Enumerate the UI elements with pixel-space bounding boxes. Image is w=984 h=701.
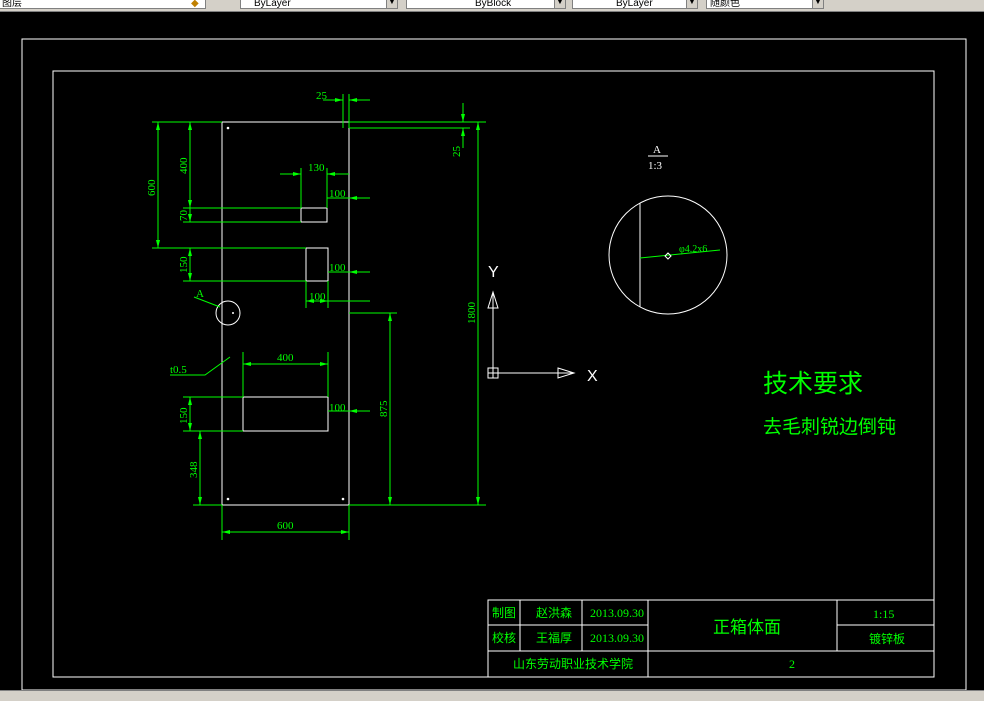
checked-date: 2013.09.30 [590,631,644,645]
checked-name: 王福厚 [536,630,572,645]
chevron-down-icon[interactable]: ▼ [386,0,397,8]
dim-400-top: 400 [178,157,190,174]
detail-hole-size: φ4.2x6 [679,244,707,255]
dim-100-b: 100 [329,262,346,274]
layer-dropdown[interactable]: 图层 ◆ [0,0,206,9]
status-bar [0,690,984,701]
sheet-number: 2 [789,657,795,671]
detail-scale: 1:3 [648,160,663,172]
notes-title: 技术要求 [763,370,863,398]
dim-25-top: 25 [316,90,328,102]
label-thickness: t0.5 [170,364,187,376]
ucs-icon [487,290,576,379]
material: 镀锌板 [869,632,905,646]
drawn-name: 赵洪森 [536,605,572,620]
dim-100-d: 100 [329,402,346,414]
notes-body: 去毛刺锐边倒钝 [763,416,896,438]
chevron-down-icon[interactable]: ▼ [554,0,565,8]
linetype-1-value: ByLayer [254,0,291,9]
dimension-texts: 25 25 130 100 100 100 100 400 600 70 150… [146,90,478,532]
detail-view-a: A 1:3 φ4.2x6 [608,144,728,315]
part-name: 正箱体面 [713,618,781,637]
dim-130: 130 [308,162,325,174]
chevron-down-icon[interactable]: ▼ [812,0,823,8]
dim-348: 348 [188,461,200,478]
chevron-down-icon[interactable]: ▼ [686,0,697,8]
school-name: 山东劳动职业技术学院 [513,656,633,671]
dim-100-c: 100 [309,291,326,303]
linetype-3-value: ByLayer [616,0,653,9]
dim-150-a: 150 [178,256,190,273]
dim-70: 70 [178,210,190,222]
part-outline [215,121,350,506]
drawing-scale: 1:15 [873,607,894,621]
layer-label: 图层 [2,0,22,9]
drawn-label: 制图 [492,606,516,620]
dim-600-left: 600 [146,179,158,196]
dimension-lines [152,94,486,540]
dim-600-bottom: 600 [277,520,294,532]
drawn-date: 2013.09.30 [590,606,644,620]
detail-label: A [653,144,661,156]
outer-frame [21,38,967,690]
hole-marker-icon [664,252,672,260]
linetype-dropdown-2[interactable]: ByBlock ▼ [406,0,566,9]
drawing-canvas[interactable]: 25 25 130 100 100 100 100 400 600 70 150… [0,12,984,690]
dim-400-h: 400 [277,352,294,364]
lineweight-dropdown[interactable]: ByLayer ▼ [572,0,698,9]
dim-875: 875 [378,400,390,417]
dim-100-a: 100 [329,188,346,200]
ucs-y-label: Y [488,264,499,281]
color-field-value: 随颜色 [710,0,740,9]
linetype-dropdown-1[interactable]: ByLayer ▼ [240,0,398,9]
color-dropdown[interactable]: 随颜色 ▼ [706,0,824,9]
title-block-texts: 制图 赵洪森 2013.09.30 校核 王福厚 2013.09.30 正箱体面… [492,605,905,671]
toolbar: 图层 ◆ ByLayer ▼ ByBlock ▼ ByLayer ▼ 随颜色 ▼ [0,0,984,12]
dim-150-b: 150 [178,407,190,424]
dim-1800: 1800 [466,302,478,325]
checked-label: 校核 [492,630,516,645]
layer-icons: ◆ [191,0,199,9]
ucs-x-label: X [587,368,598,385]
dim-25-right: 25 [451,146,463,158]
linetype-2-value: ByBlock [475,0,512,9]
label-a: A [196,288,204,300]
